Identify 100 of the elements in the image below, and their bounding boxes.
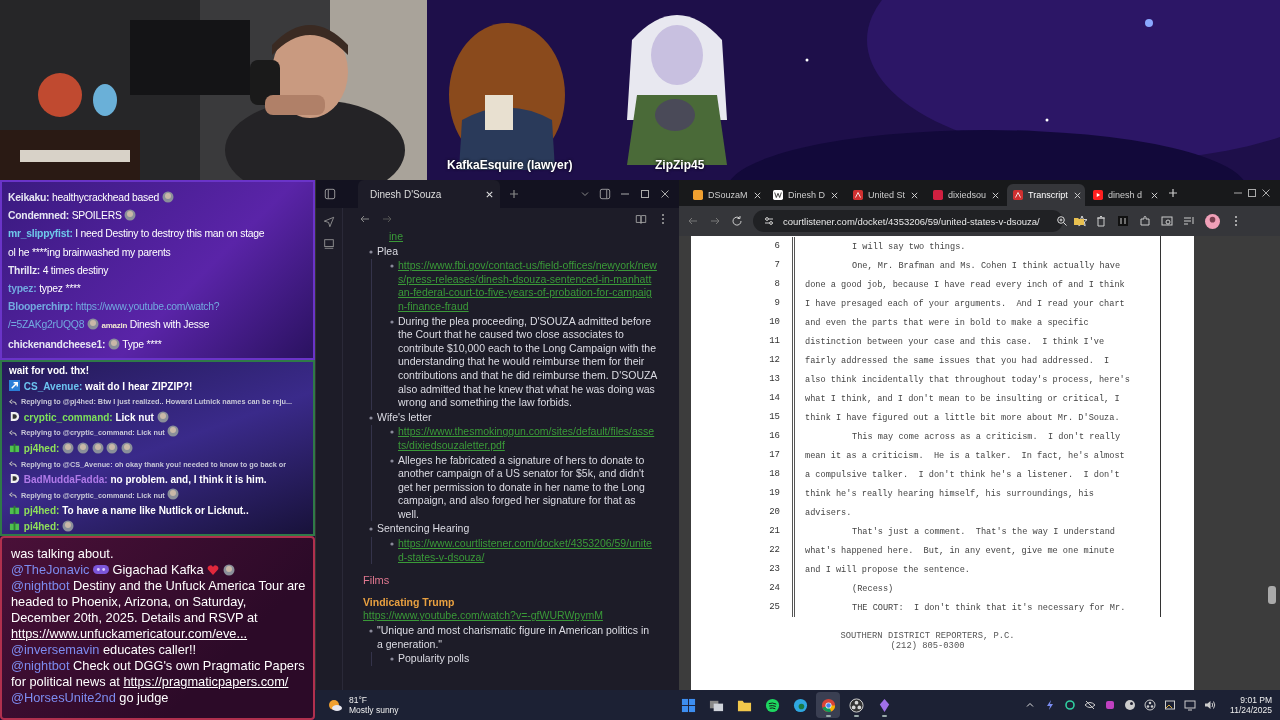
username: Condemned: xyxy=(8,210,69,222)
taskbar-app[interactable] xyxy=(816,692,841,718)
line-number: 18 xyxy=(691,465,795,484)
browser-icon xyxy=(792,697,808,713)
transcript-line: I have presaged each of your arguments. And I read your chart xyxy=(804,298,1125,309)
close-icon[interactable] xyxy=(1260,187,1272,199)
emote-icon xyxy=(86,318,99,331)
browser-tab[interactable]: Transcript xyxy=(1007,184,1085,206)
list-item-text: Popularity polls xyxy=(398,652,470,666)
extensions-icon[interactable] xyxy=(1139,215,1151,227)
message-text: ol he ****ing brainwashed my parents xyxy=(8,246,171,258)
maximize-icon[interactable] xyxy=(1246,187,1258,199)
favicon-icon xyxy=(933,190,943,200)
message-text: healthycrackhead based xyxy=(51,192,160,203)
image-icon[interactable] xyxy=(1164,699,1177,711)
zoom-icon[interactable] xyxy=(1055,215,1068,227)
obs-icon[interactable] xyxy=(1144,699,1157,711)
heart-icon xyxy=(207,564,220,576)
username: Thrillz: xyxy=(8,264,41,276)
bullet-icon xyxy=(390,319,394,324)
name-label: KafkaEsquire (lawyer) xyxy=(447,158,573,172)
line-number: 17 xyxy=(691,446,795,465)
send-icon[interactable] xyxy=(323,216,335,228)
tab[interactable]: Dinesh D'Souza xyxy=(358,180,500,208)
gift-badge-icon xyxy=(9,519,20,531)
message-text: Dinesh with Jesse xyxy=(129,319,210,331)
weather-icon[interactable] xyxy=(327,697,343,713)
tab-title: Dinesh D'Souza xyxy=(370,188,442,200)
link[interactable]: https://www.youtube.com/watch?v=-gfWURWpymM xyxy=(363,609,603,622)
browser-tab[interactable]: United St xyxy=(847,184,925,206)
maximize-icon[interactable] xyxy=(639,188,651,200)
favicon-icon xyxy=(1013,190,1023,200)
line-number: 10 xyxy=(691,313,795,332)
transcript-line: mean it as a criticism. He is a talker. In fact, he's almost xyxy=(804,450,1125,461)
transcript-line: (Recess) xyxy=(851,583,894,594)
close-icon[interactable] xyxy=(991,190,1001,200)
message-text: Lick nut xyxy=(115,411,154,423)
emote-icon xyxy=(91,441,104,454)
link[interactable]: https://pragmaticpapers.com/ xyxy=(123,674,289,689)
back-icon[interactable] xyxy=(359,213,371,225)
forward-icon[interactable] xyxy=(709,215,721,227)
close-icon[interactable] xyxy=(830,190,839,200)
browser-tab[interactable]: Dinesh D xyxy=(767,184,845,206)
username: mr_slippyfist: xyxy=(8,228,73,240)
transcript-line: done a good job, because I have read every inch of and I think xyxy=(804,279,1125,290)
gift-badge-icon xyxy=(9,504,20,516)
emote-icon xyxy=(107,337,120,350)
line-number: 20 xyxy=(691,503,795,522)
monitor-icon[interactable] xyxy=(1184,699,1197,711)
username: Blooperchirp: xyxy=(8,301,73,313)
line-number: 19 xyxy=(691,484,795,503)
browser-tab[interactable]: DSouzaM xyxy=(687,184,765,206)
media-icon[interactable] xyxy=(1183,215,1195,227)
favicon-icon xyxy=(693,190,703,200)
link[interactable]: https://www.unfuckamericatour.com/eve... xyxy=(11,626,248,641)
close-icon[interactable] xyxy=(1072,190,1082,200)
link[interactable]: https://www.youtube.com/watch? xyxy=(75,301,220,313)
plus-icon[interactable] xyxy=(508,188,520,200)
link[interactable]: https://www.thesmokinggun.com/sites/default/files/assets/dixiedsouzaletter.pdf xyxy=(398,425,657,453)
sub-badge-icon xyxy=(93,565,109,574)
avatar-icon[interactable] xyxy=(1205,213,1220,229)
browser-tab[interactable]: dinesh d xyxy=(1087,184,1165,206)
link[interactable]: ine xyxy=(389,230,403,242)
tab-title: Transcript xyxy=(1028,190,1068,200)
steam-icon[interactable] xyxy=(1124,699,1137,711)
app-icon[interactable] xyxy=(1104,699,1117,711)
browser-tab[interactable]: dixiedsou xyxy=(927,184,1005,206)
emote-tag: amazin xyxy=(101,321,128,331)
message-text: was talking about. xyxy=(11,546,114,561)
back-icon[interactable] xyxy=(687,215,699,227)
emote-icon xyxy=(121,441,134,454)
site-settings-icon[interactable] xyxy=(763,215,775,227)
eye-off-icon[interactable] xyxy=(1084,699,1097,711)
sliders-icon[interactable] xyxy=(1117,215,1129,227)
reload-icon[interactable] xyxy=(731,215,743,227)
bullet-icon xyxy=(369,415,373,420)
line-number: 13 xyxy=(691,370,795,389)
line-number: 11 xyxy=(691,332,795,351)
sidebar-toggle-icon[interactable] xyxy=(324,188,336,200)
close-icon[interactable] xyxy=(485,189,494,199)
close-icon[interactable] xyxy=(752,190,762,200)
speaker-icon[interactable] xyxy=(1204,699,1217,711)
slides-icon[interactable] xyxy=(323,238,335,250)
reply-icon xyxy=(9,492,17,500)
link[interactable]: https://www.courtlistener.com/docket/4353206/59/united-states-v-dsouza/ xyxy=(398,537,657,565)
transcript-line: and I will propose the sentence. xyxy=(804,564,971,575)
plus-icon[interactable] xyxy=(1167,187,1179,199)
list-item-text: "Unique and most charismatic figure in American politics in a generation." xyxy=(377,624,651,652)
close-icon[interactable] xyxy=(659,188,671,200)
trash-icon[interactable] xyxy=(1095,215,1107,227)
book-icon[interactable] xyxy=(635,213,647,225)
panel-icon[interactable] xyxy=(599,188,611,200)
ring-icon[interactable] xyxy=(1064,699,1077,711)
heading: Films xyxy=(363,574,391,588)
close-icon[interactable] xyxy=(1150,190,1159,200)
link[interactable]: /=5ZAKg2rUQQ8 xyxy=(8,319,85,331)
page-search-icon[interactable] xyxy=(1161,215,1173,227)
tab-title: DSouzaM xyxy=(708,190,748,200)
link[interactable]: https://www.fbi.gov/contact-us/field-offices/newyork/news/press-releases/dinesh-dsouza-sentenced-in-manhattan-federal-court-to-five-years-of-probation-for-campaign-finance-fraud xyxy=(398,259,657,314)
close-icon[interactable] xyxy=(910,190,920,200)
